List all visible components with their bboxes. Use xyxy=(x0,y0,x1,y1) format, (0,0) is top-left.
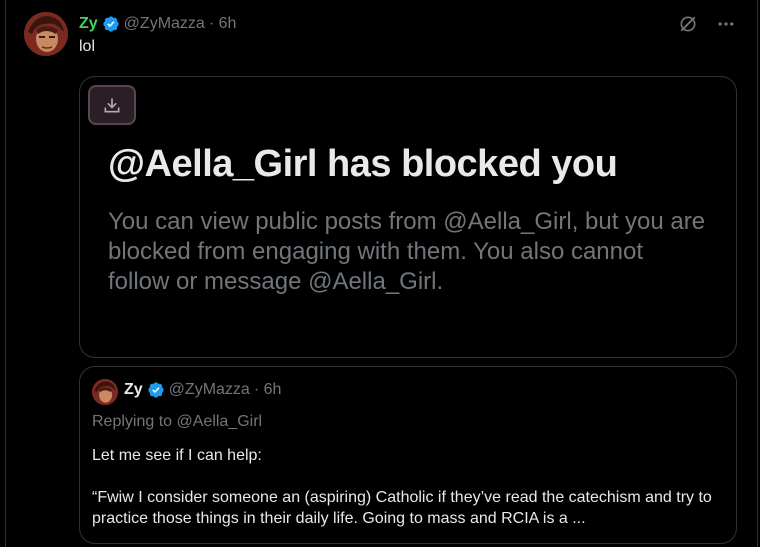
column-border-right xyxy=(757,0,758,547)
replying-to: Replying to @Aella_Girl xyxy=(92,413,262,431)
tweet-time[interactable]: · 6h xyxy=(209,15,237,33)
top-actions xyxy=(678,14,736,34)
replying-handle[interactable]: @Aella_Girl xyxy=(177,413,263,430)
author-handle[interactable]: @ZyMazza xyxy=(124,15,205,33)
quote-time[interactable]: · 6h xyxy=(254,381,282,399)
tweet-page: Zy @ZyMazza · 6h lol @Aella_Girl has blo… xyxy=(0,0,760,547)
replying-prefix: Replying to xyxy=(92,413,177,430)
media-card[interactable]: @Aella_Girl has blocked you You can view… xyxy=(79,76,737,358)
tweet-text: lol xyxy=(79,38,96,55)
column-border-left xyxy=(5,0,6,547)
download-button[interactable] xyxy=(88,85,136,125)
avatar[interactable] xyxy=(24,12,68,56)
quote-author-handle[interactable]: @ZyMazza xyxy=(169,381,250,399)
author-name[interactable]: Zy xyxy=(79,15,98,33)
quote-line-1: Let me see if I can help: xyxy=(92,447,262,464)
tweet-header: Zy @ZyMazza · 6h xyxy=(79,14,236,34)
more-icon[interactable] xyxy=(716,14,736,34)
quoted-tweet[interactable]: Zy @ZyMazza · 6h Replying to @Aella_Girl… xyxy=(79,366,737,544)
quote-line-2: “Fwiw I consider someone an (aspiring) C… xyxy=(92,489,712,527)
quote-body: Let me see if I can help: “Fwiw I consid… xyxy=(92,445,728,529)
quote-header: Zy @ZyMazza · 6h xyxy=(124,381,281,399)
grok-icon[interactable] xyxy=(678,14,698,34)
blocked-description: You can view public posts from @Aella_Gi… xyxy=(108,208,706,295)
quote-avatar[interactable] xyxy=(92,379,118,405)
quote-author-name[interactable]: Zy xyxy=(124,381,143,399)
download-icon xyxy=(104,98,120,113)
blocked-title: @Aella_Girl has blocked you xyxy=(108,143,618,185)
verified-badge-icon xyxy=(147,382,164,398)
verified-badge-icon xyxy=(102,16,119,32)
